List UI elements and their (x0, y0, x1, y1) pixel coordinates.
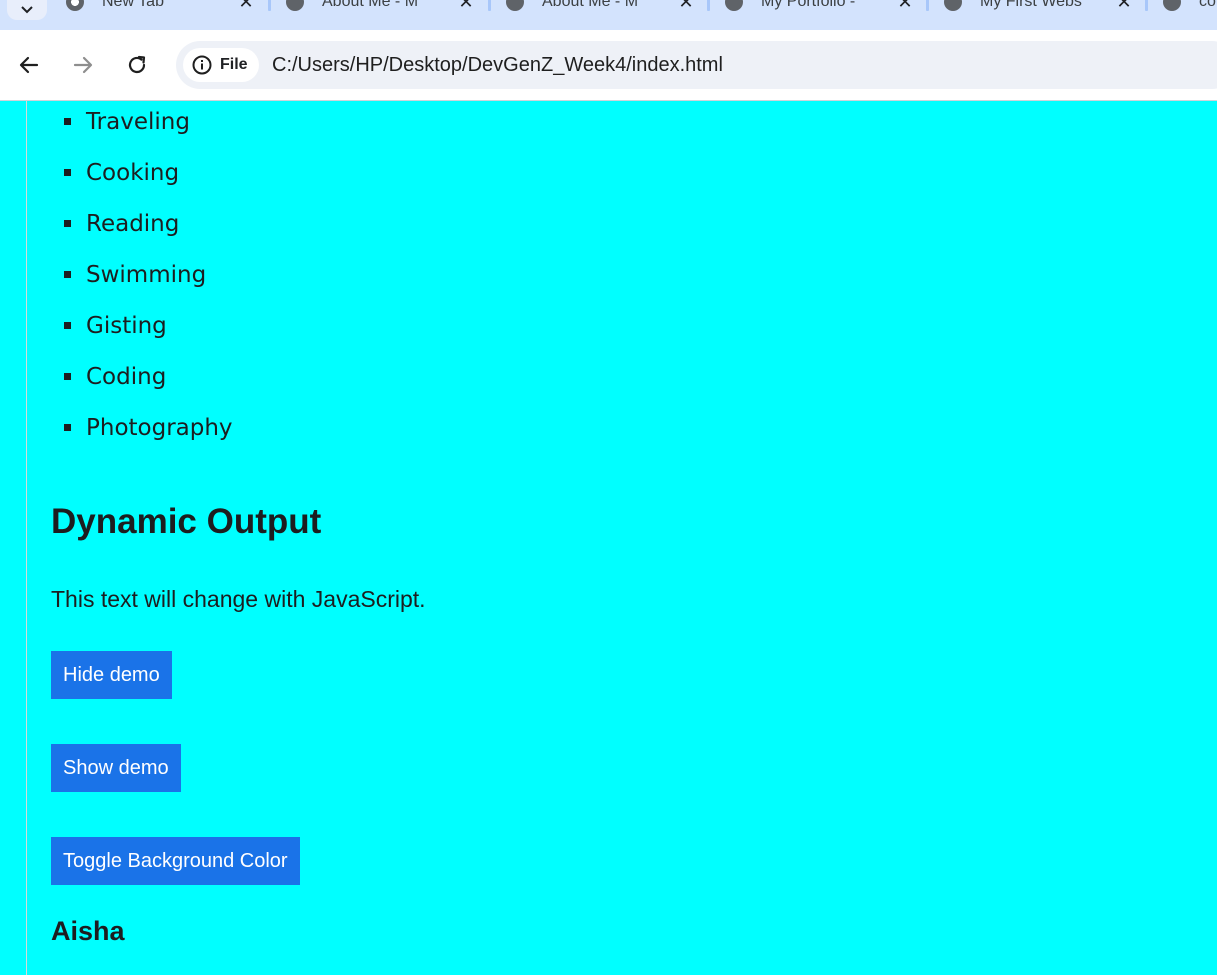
browser-toolbar: File C:/Users/HP/Desktop/DevGenZ_Week4/i… (0, 30, 1217, 100)
file-label: File (220, 56, 248, 73)
globe-icon (286, 0, 304, 11)
square-bullet-icon (64, 373, 71, 380)
square-bullet-icon (64, 118, 71, 125)
close-icon[interactable]: ✕ (238, 0, 254, 13)
toggle-background-button[interactable]: Toggle Background Color (51, 837, 300, 885)
chrome-icon (66, 0, 84, 11)
list-item: Reading (62, 211, 233, 262)
tab-search-button[interactable] (7, 0, 47, 20)
arrow-left-icon (19, 56, 39, 74)
site-info-chip[interactable]: File (183, 48, 259, 82)
hobby-label: Reading (86, 211, 180, 237)
chevron-down-icon (21, 6, 33, 14)
reload-icon (128, 55, 146, 74)
hobby-label: Swimming (86, 262, 207, 288)
hide-demo-button[interactable]: Hide demo (51, 651, 172, 699)
square-bullet-icon (64, 271, 71, 278)
info-icon (192, 55, 212, 75)
show-demo-button[interactable]: Show demo (51, 744, 181, 792)
hobby-label: Photography (86, 415, 233, 441)
tab-about-me-1[interactable]: About Me - M ✕ (270, 0, 489, 16)
tab-title: My Portfolio - (761, 0, 856, 10)
hobbies-list: Traveling Cooking Reading Swimming Gisti… (62, 109, 233, 466)
list-item: Cooking (62, 160, 233, 211)
arrow-right-icon (73, 56, 93, 74)
square-bullet-icon (64, 424, 71, 431)
author-name: Aisha (51, 916, 125, 946)
tab-my-first-website[interactable]: My First Webs ✕ (928, 0, 1147, 16)
tab-partial[interactable]: co (1147, 0, 1217, 16)
page-left-border (26, 101, 27, 975)
globe-icon (506, 0, 524, 11)
url-text[interactable]: C:/Users/HP/Desktop/DevGenZ_Week4/index.… (272, 54, 723, 77)
close-icon[interactable]: ✕ (897, 0, 913, 13)
hobby-label: Gisting (86, 313, 167, 339)
tab-title: My First Webs (980, 0, 1082, 10)
hobby-label: Cooking (86, 160, 180, 186)
list-item: Swimming (62, 262, 233, 313)
tab-new-tab[interactable]: New Tab ✕ (50, 0, 269, 16)
back-button[interactable] (14, 50, 44, 80)
close-icon[interactable]: ✕ (678, 0, 694, 13)
hobby-label: Traveling (86, 109, 190, 135)
globe-icon (725, 0, 743, 11)
tab-title: About Me - M (542, 0, 639, 10)
globe-icon (944, 0, 962, 11)
address-bar[interactable]: File C:/Users/HP/Desktop/DevGenZ_Week4/i… (176, 41, 1217, 89)
hobby-label: Coding (86, 364, 167, 390)
tab-title: New Tab (102, 0, 164, 10)
square-bullet-icon (64, 220, 71, 227)
list-item: Gisting (62, 313, 233, 364)
tab-my-portfolio[interactable]: My Portfolio - ✕ (709, 0, 928, 16)
tab-title: co (1199, 0, 1216, 10)
close-icon[interactable]: ✕ (1116, 0, 1132, 13)
list-item: Traveling (62, 109, 233, 160)
square-bullet-icon (64, 322, 71, 329)
page-content: Traveling Cooking Reading Swimming Gisti… (0, 101, 1217, 975)
close-icon[interactable]: ✕ (458, 0, 474, 13)
tab-about-me-2[interactable]: About Me - M ✕ (490, 0, 709, 16)
tab-title: About Me - M (322, 0, 419, 10)
globe-icon (1163, 0, 1181, 11)
reload-button[interactable] (122, 50, 152, 80)
list-item: Photography (62, 415, 233, 466)
dynamic-output-text: This text will change with JavaScript. (51, 586, 426, 612)
list-item: Coding (62, 364, 233, 415)
tab-strip: New Tab ✕ About Me - M ✕ About Me - M ✕ … (0, 0, 1217, 30)
forward-button[interactable] (68, 50, 98, 80)
square-bullet-icon (64, 169, 71, 176)
dynamic-output-heading: Dynamic Output (51, 502, 322, 541)
